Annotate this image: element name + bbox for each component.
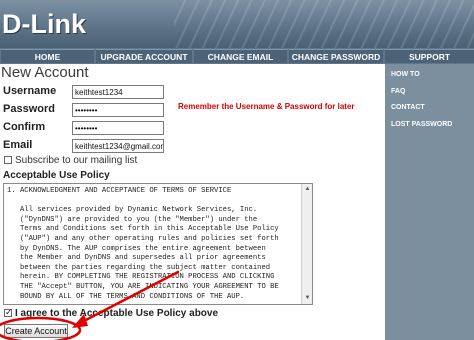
tab-home[interactable]: HOME (1, 49, 94, 63)
scroll-up-icon[interactable]: ▲ (303, 185, 312, 194)
tab-support[interactable]: SUPPORT (385, 49, 474, 63)
sidebar-item-contact[interactable]: CONTACT (391, 104, 425, 111)
subscribe-label: Subscribe to our mailing list (15, 155, 138, 166)
main-nav: HOME UPGRADE ACCOUNT CHANGE EMAIL CHANGE… (0, 48, 474, 64)
sidebar-item-faq[interactable]: FAQ (391, 88, 405, 95)
confirm-label: Confirm (3, 121, 46, 133)
create-account-button[interactable]: Create Account (4, 324, 68, 338)
aup-heading: Acceptable Use Policy (3, 170, 110, 181)
username-field[interactable]: keithtest1234 (72, 85, 164, 99)
aup-textarea[interactable]: 1. ACKNOWLEDGMENT AND ACCEPTANCE OF TERM… (3, 183, 313, 305)
subscribe-checkbox[interactable] (4, 156, 12, 164)
sidebar-item-how-to[interactable]: HOW TO (391, 71, 420, 78)
header-banner: D-Link (0, 0, 474, 48)
remember-credentials-note: Remember the Username & Password for lat… (178, 102, 355, 111)
tab-change-email[interactable]: CHANGE EMAIL (194, 49, 287, 63)
scroll-down-icon[interactable]: ▼ (303, 294, 312, 303)
page-title: New Account (1, 64, 89, 81)
password-field[interactable]: •••••••• (72, 103, 164, 117)
dlink-logo: D-Link (2, 9, 86, 39)
password-label: Password (3, 103, 55, 115)
tab-upgrade-account[interactable]: UPGRADE ACCOUNT (96, 49, 192, 63)
agree-checkbox[interactable] (4, 307, 13, 318)
tab-change-password[interactable]: CHANGE PASSWORD (289, 49, 383, 63)
sidebar: HOW TO FAQ CONTACT LOST PASSWORD (385, 64, 474, 340)
aup-text: 1. ACKNOWLEDGMENT AND ACCEPTANCE OF TERM… (7, 187, 279, 301)
sidebar-item-lost-password[interactable]: LOST PASSWORD (391, 121, 452, 128)
username-label: Username (3, 85, 57, 97)
agree-label: I agree to the Acceptable Use Policy abo… (15, 308, 219, 319)
email-label: Email (3, 139, 33, 151)
aup-scrollbar[interactable]: ▲ ▼ (301, 184, 312, 304)
confirm-password-field[interactable]: •••••••• (72, 121, 164, 135)
email-field[interactable]: keithtest1234@gmail.com (72, 139, 164, 153)
